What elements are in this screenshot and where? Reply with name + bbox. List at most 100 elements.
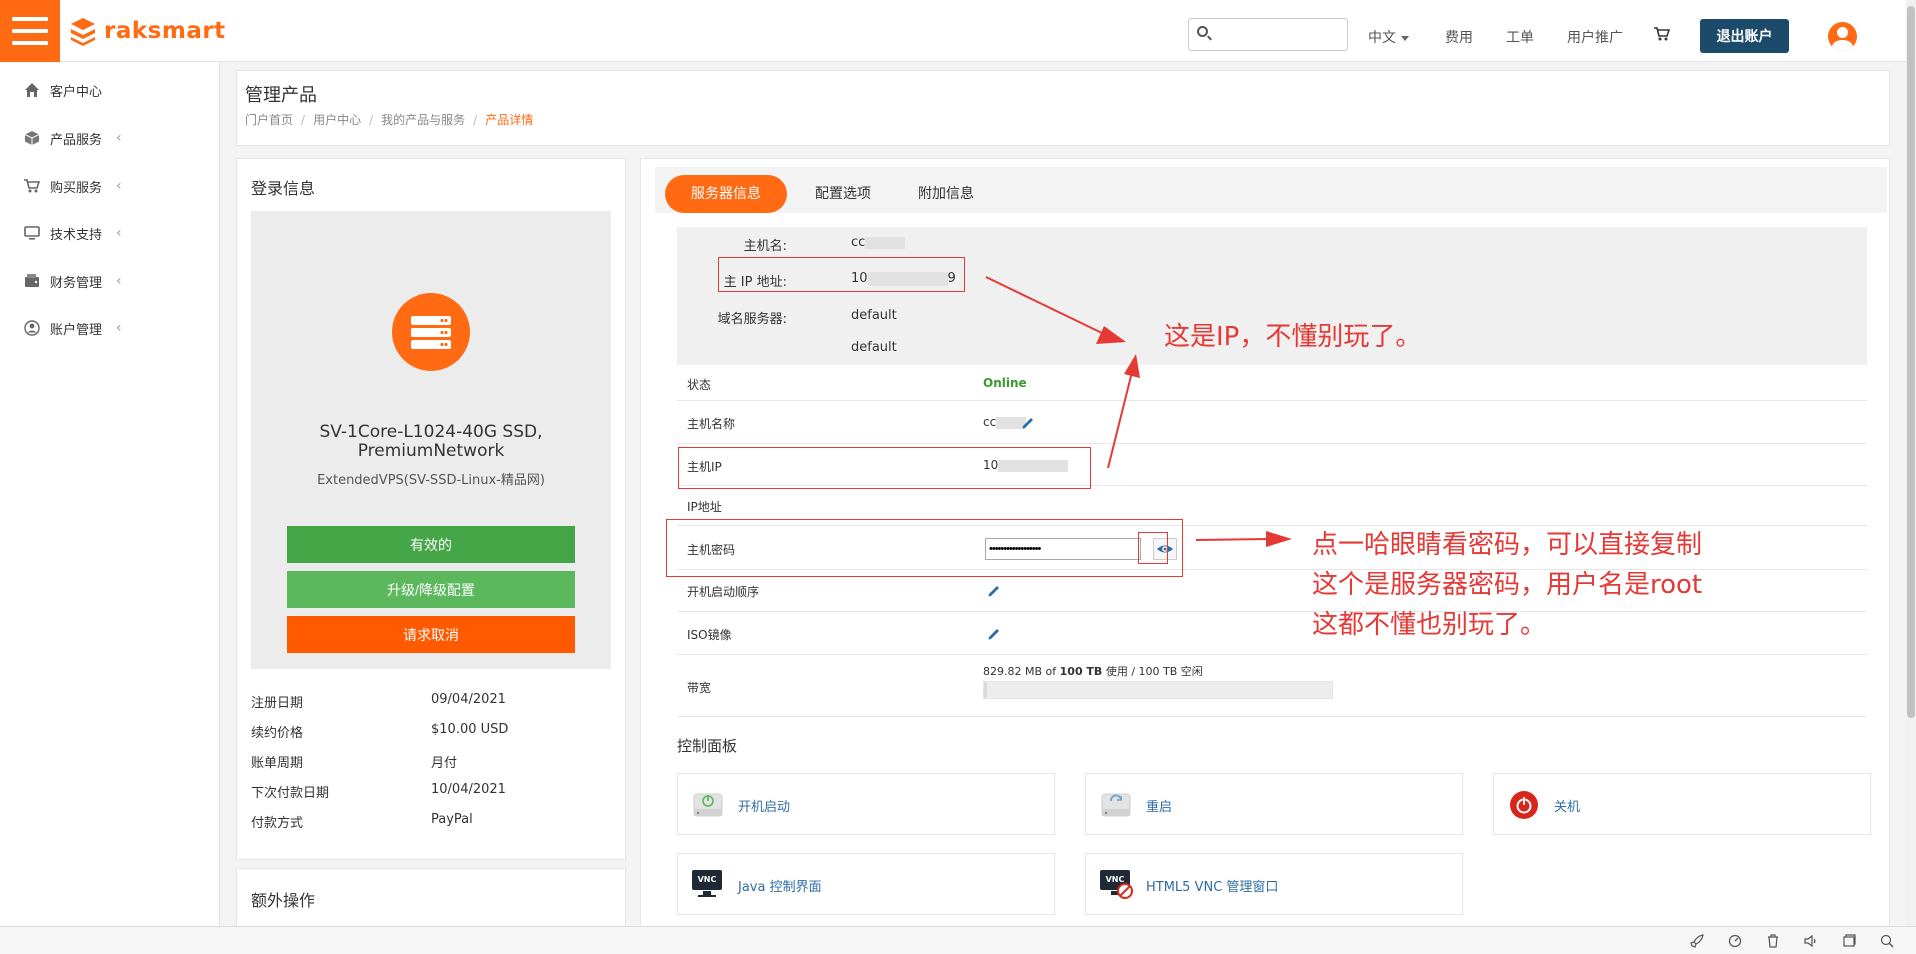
hostname-label: 主机名: xyxy=(743,239,787,254)
login-info-title: 登录信息 xyxy=(251,179,316,198)
sidebar-item-client-center[interactable]: 客户中心 xyxy=(24,80,102,100)
edit-hostname-pencil-icon[interactable] xyxy=(1021,416,1035,430)
top-search-box[interactable] xyxy=(1188,18,1348,51)
nameserver-2: default xyxy=(851,340,897,355)
shutdown-button[interactable]: 关机 xyxy=(1493,773,1871,835)
breadcrumb-current: 产品详情 xyxy=(485,113,534,127)
power-on-label: 开机启动 xyxy=(738,800,791,815)
shutdown-label: 关机 xyxy=(1554,800,1581,815)
scrollbar-thumb[interactable] xyxy=(1907,6,1915,718)
sidebar-item-finance[interactable]: 财务管理 ‹ xyxy=(24,271,122,291)
breadcrumb-my-products[interactable]: 我的产品与服务 xyxy=(381,113,465,127)
nav-tickets[interactable]: 工单 xyxy=(1506,27,1534,47)
power-on-button[interactable]: 开机启动 xyxy=(677,773,1055,835)
chevron-left-icon: ‹ xyxy=(116,320,122,336)
breadcrumb-home[interactable]: 门户首页 xyxy=(245,113,293,127)
speed-icon[interactable] xyxy=(1728,934,1742,948)
bandwidth-progress-bar xyxy=(983,681,1333,699)
cart-icon[interactable] xyxy=(1654,27,1670,41)
bandwidth-usage-text: 829.82 MB of 100 TB 使用 / 100 TB 空闲 xyxy=(983,665,1203,678)
sidebar-item-products[interactable]: 产品服务 ‹ xyxy=(24,128,122,148)
sidebar-item-support[interactable]: 技术支持 ‹ xyxy=(24,223,122,243)
annotation-box-ip xyxy=(718,257,965,292)
language-dropdown[interactable]: 中文 xyxy=(1368,27,1409,47)
breadcrumb-user-center[interactable]: 用户中心 xyxy=(313,113,361,127)
server-icon xyxy=(392,293,470,371)
edit-boot-order-pencil-icon[interactable] xyxy=(987,584,1001,598)
nav-billing[interactable]: 费用 xyxy=(1445,27,1473,47)
vnc-blocked-icon: VNC xyxy=(1100,870,1134,900)
reboot-button[interactable]: 重启 xyxy=(1085,773,1463,835)
menu-toggle-button[interactable] xyxy=(0,0,60,62)
search-input[interactable] xyxy=(1213,20,1343,49)
chevron-left-icon: ‹ xyxy=(116,178,122,194)
logout-button[interactable]: 退出账户 xyxy=(1700,19,1789,53)
sidebar-item-account[interactable]: 账户管理 ‹ xyxy=(24,318,122,338)
tab-bar: 服务器信息 配置选项 附加信息 xyxy=(655,167,1887,213)
page-title: 管理产品 xyxy=(245,85,317,106)
product-summary: SV-1Core-L1024-40G SSD, PremiumNetwork E… xyxy=(251,211,611,669)
sidebar-item-label: 财务管理 xyxy=(50,275,103,291)
cart-icon xyxy=(24,179,40,193)
detail-row-bandwidth: 带宽 829.82 MB of 100 TB 使用 / 100 TB 空闲 xyxy=(677,655,1867,717)
nameserver-label: 域名服务器: xyxy=(717,312,787,327)
extra-ops-title: 额外操作 xyxy=(251,891,316,910)
user-circle-icon xyxy=(24,320,40,336)
sidebar: 客户中心 产品服务 ‹ 购买服务 ‹ 技术支持 ‹ 财务管理 ‹ 账户管理 ‹ xyxy=(0,62,220,926)
detail-row-iso: ISO镜像 xyxy=(677,612,1867,655)
info-row-billing-cycle: 账单周期 月付 xyxy=(251,756,458,771)
brand-logo[interactable]: raksmart xyxy=(68,16,226,46)
request-cancel-button[interactable]: 请求取消 xyxy=(287,616,575,653)
tab-server-info[interactable]: 服务器信息 xyxy=(665,175,787,213)
chevron-left-icon: ‹ xyxy=(116,225,122,241)
breadcrumb: 门户首页 / 用户中心 / 我的产品与服务 / 产品详情 xyxy=(245,113,534,127)
java-console-label: Java 控制界面 xyxy=(738,880,822,895)
search-icon xyxy=(1197,26,1208,37)
annotation-box-eye xyxy=(1138,532,1168,564)
status-badge: Online xyxy=(983,376,1027,390)
sidebar-item-label: 客户中心 xyxy=(50,84,103,100)
info-row-renew-price: 续约价格 $10.00 USD xyxy=(251,722,509,741)
sidebar-item-label: 产品服务 xyxy=(50,132,103,148)
server-power-on-icon xyxy=(693,793,723,817)
html5-vnc-label: HTML5 VNC 管理窗口 xyxy=(1146,880,1279,895)
sidebar-item-label: 购买服务 xyxy=(50,180,103,196)
user-avatar-icon[interactable] xyxy=(1828,22,1857,51)
login-info-panel: 登录信息 SV-1Core-L1024-40G SSD, PremiumNetw… xyxy=(236,158,626,860)
chevron-down-icon xyxy=(1401,35,1409,41)
trash-icon[interactable] xyxy=(1766,934,1780,948)
nav-affiliate[interactable]: 用户推广 xyxy=(1567,27,1623,47)
rocket-icon[interactable] xyxy=(1690,934,1704,948)
volume-icon[interactable] xyxy=(1804,934,1818,948)
annotation-box-main-ip xyxy=(678,447,1091,489)
language-label: 中文 xyxy=(1368,30,1396,46)
vnc-monitor-icon: VNC xyxy=(692,870,722,900)
chevron-left-icon: ‹ xyxy=(116,273,122,289)
upgrade-downgrade-button[interactable]: 升级/降级配置 xyxy=(287,571,575,608)
html5-vnc-button[interactable]: VNC HTML5 VNC 管理窗口 xyxy=(1085,853,1463,915)
page-header: 管理产品 门户首页 / 用户中心 / 我的产品与服务 / 产品详情 xyxy=(236,70,1890,146)
server-reboot-icon xyxy=(1101,793,1131,817)
tab-additional-info[interactable]: 附加信息 xyxy=(901,175,991,213)
annotation-box-password xyxy=(666,519,1183,577)
cube-icon xyxy=(24,131,40,145)
vertical-scrollbar[interactable] xyxy=(1906,0,1916,926)
status-active-button[interactable]: 有效的 xyxy=(287,526,575,563)
bandwidth-progress-fill xyxy=(984,682,988,698)
wallet-icon xyxy=(25,274,39,287)
chevron-left-icon: ‹ xyxy=(116,130,122,146)
sidebar-item-purchase[interactable]: 购买服务 ‹ xyxy=(24,176,122,196)
sidebar-item-label: 技术支持 xyxy=(50,227,103,243)
brand-name: raksmart xyxy=(104,18,226,44)
detail-row-hostname: 主机名称 cc xyxy=(677,401,1867,444)
hamburger-line xyxy=(12,17,48,21)
annotation-password-note-3: 这都不懂也别玩了。 xyxy=(1312,610,1547,640)
window-icon[interactable] xyxy=(1842,934,1856,948)
java-console-button[interactable]: VNC Java 控制界面 xyxy=(677,853,1055,915)
annotation-password-note-1: 点一哈眼睛看密码，可以直接复制 xyxy=(1312,530,1703,560)
browser-status-bar xyxy=(0,926,1916,954)
zoom-icon[interactable] xyxy=(1880,934,1894,948)
edit-iso-pencil-icon[interactable] xyxy=(987,627,1001,641)
tab-config-options[interactable]: 配置选项 xyxy=(793,175,893,213)
home-icon xyxy=(25,83,39,97)
